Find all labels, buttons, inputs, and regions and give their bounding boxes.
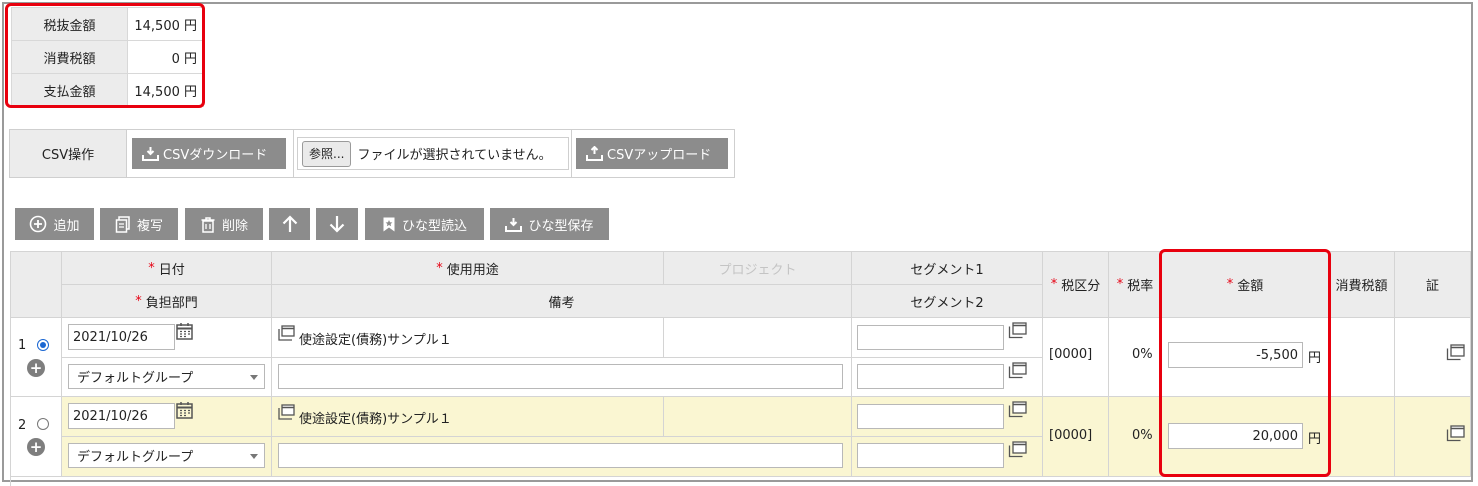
row-number-cell [11,397,62,477]
header-tax-class: * 税区分 [1043,252,1109,318]
date-input[interactable]: 2021/10/26 [68,324,175,350]
csv-operations-bar: CSV操作 CSVダウンロード 参照... ファイルが選択されていません。 CS… [9,129,735,178]
select-popup-icon[interactable] [278,404,296,420]
date-input[interactable]: 2021/10/26 [68,403,175,429]
header-segment1: セグメント1 [852,252,1043,285]
attachment-popup-icon[interactable] [1446,344,1465,361]
amount-highlight-box [1159,249,1331,477]
arrow-up-icon [282,215,297,232]
usage-text: 使途設定(債務)サンプル１ [299,412,452,427]
add-button[interactable]: 追加 [15,208,94,240]
header-usage: * 使用用途 [272,252,664,285]
consumption-tax-cell [1329,318,1395,397]
template-save-button[interactable]: ひな型保存 [490,208,609,240]
segment1-input[interactable] [857,404,1004,429]
file-picker[interactable]: 参照... ファイルが選択されていません。 [297,137,569,170]
row-select-radio[interactable] [37,339,49,351]
calendar-icon[interactable] [176,323,194,340]
row-number: 1 [18,338,27,353]
department-value: デフォルトグループ [77,371,194,386]
delete-label: 削除 [221,218,248,234]
remarks-input[interactable] [278,443,843,468]
browse-button[interactable]: 参照... [302,140,352,167]
select-popup-icon[interactable] [1008,362,1027,379]
no-file-text: ファイルが選択されていません。 [357,148,552,163]
template-save-label: ひな型保存 [528,218,594,234]
tax-rate-value: 0% [1132,428,1153,443]
summary-highlight-box [5,3,205,108]
project-cell [664,318,852,358]
header-tax-rate: * 税率 [1109,252,1162,318]
add-circle-icon [30,215,47,233]
row-number: 2 [18,418,27,433]
header-consumption-tax: 消費税額 [1329,252,1395,318]
arrow-down-icon [329,216,345,233]
add-row-icon[interactable]: + [27,359,45,377]
header-proof: 証 [1395,252,1471,318]
next-row-partial [62,477,1043,486]
template-load-button[interactable]: ひな型読込 [365,208,484,240]
tax-rate-value: 0% [1132,347,1153,362]
csv-download-button[interactable]: CSVダウンロード [132,138,286,169]
delete-button[interactable]: 削除 [185,208,263,240]
csv-upload-label: CSVアップロード [607,148,712,163]
bookmark-icon [383,217,395,231]
csv-operations-label: CSV操作 [10,130,127,177]
move-up-button[interactable] [269,208,310,240]
header-department: * 負担部門 [62,285,272,318]
select-popup-icon[interactable] [1008,401,1027,418]
project-cell [664,397,852,437]
add-label: 追加 [53,218,80,234]
download-icon [142,147,159,161]
csv-download-label: CSVダウンロード [163,148,268,163]
segment1-input[interactable] [857,325,1004,350]
calendar-icon[interactable] [176,402,194,419]
segment2-input[interactable] [857,443,1004,468]
add-row-icon[interactable]: + [27,438,45,456]
copy-label: 複写 [136,218,163,234]
attachment-popup-icon[interactable] [1446,425,1465,442]
usage-text: 使途設定(債務)サンプル１ [299,333,452,348]
copy-icon [115,215,130,233]
upload-icon [586,146,603,161]
department-value: デフォルトグループ [77,450,194,465]
save-icon [505,217,523,232]
department-select[interactable]: デフォルトグループ [68,443,265,468]
segment2-input[interactable] [857,364,1004,389]
row-select-radio[interactable] [37,418,49,430]
divider [571,130,572,177]
select-popup-icon[interactable] [1008,441,1027,458]
consumption-tax-cell [1329,397,1395,477]
header-segment2: セグメント2 [852,285,1043,318]
header-remarks: 備考 [272,285,852,318]
header-row-number [11,252,62,318]
move-down-button[interactable] [316,208,358,240]
copy-button[interactable]: 複写 [100,208,178,240]
csv-upload-button[interactable]: CSVアップロード [576,138,728,169]
select-popup-icon[interactable] [1008,322,1027,339]
select-popup-icon[interactable] [278,325,296,341]
trash-icon [201,216,215,233]
header-date: * 日付 [62,252,272,285]
remarks-input[interactable] [278,364,843,389]
template-load-label: ひな型読込 [401,218,467,234]
tax-class-value: [0000] [1049,428,1093,443]
row-number-cell [11,318,62,397]
department-select[interactable]: デフォルトグループ [68,364,265,389]
tax-class-value: [0000] [1049,347,1093,362]
header-project: プロジェクト [664,252,852,285]
divider [293,130,294,177]
